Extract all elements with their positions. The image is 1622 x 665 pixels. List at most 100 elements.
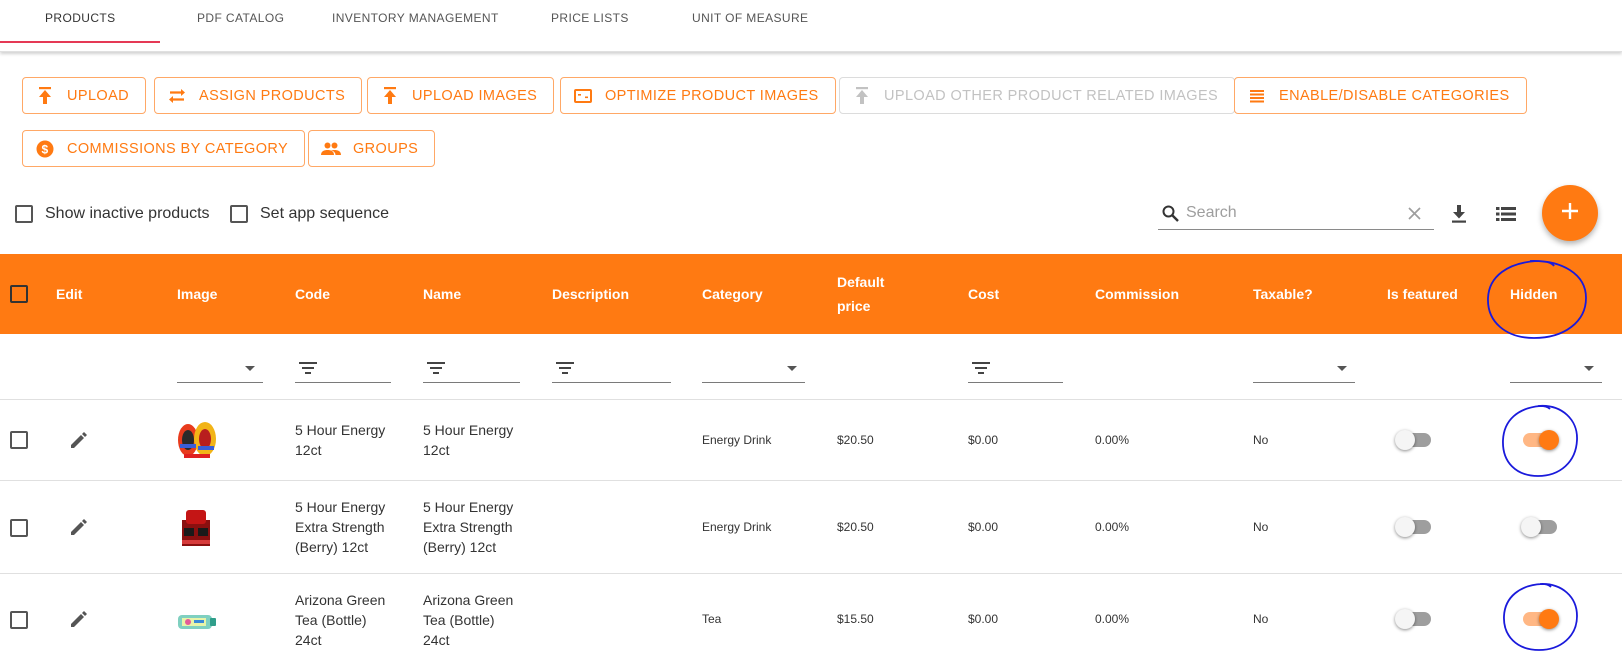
column-header-hidden[interactable]: Hidden bbox=[1510, 282, 1557, 306]
filter-icon bbox=[427, 361, 445, 379]
column-header-commission[interactable]: Commission bbox=[1095, 282, 1179, 306]
hidden-toggle[interactable] bbox=[1521, 429, 1561, 451]
set-app-sequence-label: Set app sequence bbox=[260, 205, 389, 222]
column-header-name[interactable]: Name bbox=[423, 282, 461, 306]
enable-disable-categories-button[interactable]: ENABLE/DISABLE CATEGORIES bbox=[1234, 77, 1527, 114]
name-line: Arizona Green bbox=[423, 592, 514, 608]
default-price-cell: $20.50 bbox=[837, 520, 874, 534]
name-line: 5 Hour Energy bbox=[423, 422, 514, 438]
upload-button-label: UPLOAD bbox=[67, 87, 130, 104]
column-header-default-price-line1: Default bbox=[837, 274, 885, 290]
is-featured-toggle[interactable] bbox=[1395, 608, 1435, 630]
table-header: Edit Image Code Name Description Categor… bbox=[0, 254, 1622, 334]
default-price-cell: $15.50 bbox=[837, 612, 874, 626]
cost-cell: $0.00 bbox=[968, 520, 999, 534]
svg-text:$: $ bbox=[41, 142, 48, 156]
upload-other-images-button[interactable]: UPLOAD OTHER PRODUCT RELATED IMAGES bbox=[839, 77, 1236, 114]
name-line: Extra Strength bbox=[423, 519, 513, 535]
column-header-edit[interactable]: Edit bbox=[56, 282, 82, 306]
cost-cell: $0.00 bbox=[968, 433, 999, 447]
table-row: Arizona Green Tea (Bottle) 24ct Arizona … bbox=[0, 574, 1622, 665]
commission-cell: 0.00% bbox=[1095, 433, 1130, 447]
hidden-toggle[interactable] bbox=[1521, 516, 1561, 538]
plus-icon bbox=[1561, 202, 1579, 225]
show-inactive-checkbox[interactable] bbox=[15, 205, 33, 223]
search-icon bbox=[1162, 205, 1179, 227]
pencil-icon[interactable] bbox=[70, 431, 88, 454]
code-line: Arizona Green bbox=[295, 592, 386, 608]
name-line: 12ct bbox=[423, 442, 450, 458]
search-input[interactable] bbox=[1186, 201, 1386, 225]
column-header-cost[interactable]: Cost bbox=[968, 282, 999, 306]
taxable-cell: No bbox=[1253, 433, 1269, 447]
code-cell: 5 Hour Energy Extra Strength (Berry) 12c… bbox=[295, 497, 385, 557]
code-filter-input[interactable] bbox=[295, 356, 391, 383]
upload-button[interactable]: UPLOAD bbox=[22, 77, 147, 114]
name-filter-input[interactable] bbox=[423, 356, 520, 383]
row-checkbox[interactable] bbox=[10, 519, 28, 537]
column-header-category[interactable]: Category bbox=[702, 282, 763, 306]
is-featured-toggle[interactable] bbox=[1395, 429, 1435, 451]
column-header-default-price[interactable]: Default price bbox=[837, 270, 884, 318]
category-cell: Energy Drink bbox=[702, 433, 772, 447]
code-line: 5 Hour Energy bbox=[295, 422, 386, 438]
assign-products-button[interactable]: ASSIGN PRODUCTS bbox=[154, 77, 363, 114]
set-app-sequence-checkbox[interactable] bbox=[230, 205, 248, 223]
category-filter-select[interactable] bbox=[702, 356, 805, 383]
image-filter-select[interactable] bbox=[177, 356, 263, 383]
tab-inventory-management[interactable]: INVENTORY MANAGEMENT bbox=[332, 11, 499, 25]
tab-pdf-catalog[interactable]: PDF CATALOG bbox=[197, 11, 284, 25]
code-cell: Arizona Green Tea (Bottle) 24ct bbox=[295, 590, 385, 650]
code-cell: 5 Hour Energy 12ct bbox=[295, 420, 385, 460]
row-checkbox[interactable] bbox=[10, 431, 28, 449]
clear-search-icon[interactable] bbox=[1408, 207, 1421, 225]
description-filter-input[interactable] bbox=[552, 356, 671, 383]
tab-price-lists[interactable]: PRICE LISTS bbox=[551, 11, 629, 25]
filter-icon bbox=[556, 361, 574, 379]
search-field bbox=[1158, 197, 1434, 230]
tab-products[interactable]: PRODUCTS bbox=[45, 11, 116, 25]
assign-products-button-label: ASSIGN PRODUCTS bbox=[199, 87, 346, 104]
column-view-icon[interactable] bbox=[1496, 206, 1516, 227]
hidden-toggle[interactable] bbox=[1521, 608, 1561, 630]
column-header-image[interactable]: Image bbox=[177, 282, 217, 306]
category-cell: Tea bbox=[702, 612, 722, 626]
product-thumbnail bbox=[176, 610, 218, 639]
hidden-filter-select[interactable] bbox=[1510, 356, 1602, 383]
add-product-button[interactable] bbox=[1542, 185, 1598, 241]
column-header-is-featured[interactable]: Is featured bbox=[1387, 282, 1458, 306]
dropdown-arrow-icon bbox=[1584, 366, 1594, 371]
row-checkbox[interactable] bbox=[10, 611, 28, 629]
optimize-product-images-button[interactable]: OPTIMIZE PRODUCT IMAGES bbox=[560, 77, 836, 114]
pencil-icon[interactable] bbox=[70, 610, 88, 633]
column-header-taxable[interactable]: Taxable? bbox=[1253, 282, 1313, 306]
taxable-cell: No bbox=[1253, 520, 1269, 534]
column-header-default-price-line2: price bbox=[837, 298, 871, 314]
select-all-checkbox[interactable] bbox=[10, 285, 28, 303]
product-thumbnail bbox=[176, 420, 218, 465]
category-cell: Energy Drink bbox=[702, 520, 772, 534]
column-header-code[interactable]: Code bbox=[295, 282, 330, 306]
upload-images-button[interactable]: UPLOAD IMAGES bbox=[367, 77, 555, 114]
groups-button[interactable]: GROUPS bbox=[308, 130, 436, 167]
upload-images-button-label: UPLOAD IMAGES bbox=[412, 87, 538, 104]
cost-filter-input[interactable] bbox=[968, 356, 1063, 383]
code-line: Extra Strength bbox=[295, 519, 385, 535]
name-line: 24ct bbox=[423, 632, 450, 648]
name-line: (Berry) 12ct bbox=[423, 539, 497, 555]
cost-cell: $0.00 bbox=[968, 612, 999, 626]
download-icon[interactable] bbox=[1450, 204, 1468, 229]
product-thumbnail bbox=[178, 506, 214, 553]
is-featured-toggle[interactable] bbox=[1395, 516, 1435, 538]
code-line: 24ct bbox=[295, 632, 322, 648]
name-cell: Arizona Green Tea (Bottle) 24ct bbox=[423, 590, 513, 650]
upload-icon bbox=[35, 86, 55, 106]
commissions-by-category-button-label: COMMISSIONS BY CATEGORY bbox=[67, 140, 289, 157]
filter-icon bbox=[299, 361, 317, 379]
commissions-by-category-button[interactable]: $ COMMISSIONS BY CATEGORY bbox=[22, 130, 306, 167]
pencil-icon[interactable] bbox=[70, 518, 88, 541]
tab-unit-of-measure[interactable]: UNIT OF MEASURE bbox=[692, 11, 808, 25]
column-header-description[interactable]: Description bbox=[552, 282, 629, 306]
commission-cell: 0.00% bbox=[1095, 612, 1130, 626]
taxable-filter-select[interactable] bbox=[1253, 356, 1355, 383]
